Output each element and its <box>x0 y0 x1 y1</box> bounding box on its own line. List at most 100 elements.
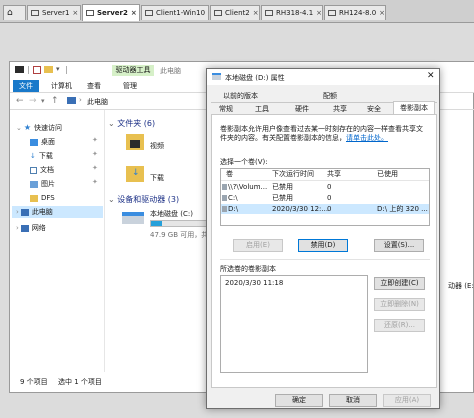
monitor-icon <box>328 10 336 16</box>
create-now-button[interactable]: 立即创建(C) <box>374 277 425 290</box>
download-icon: ↓ <box>30 152 36 160</box>
vm-tab-bar: ⌂ Server1 × Server2 × Client1-Win10 × Cl… <box>0 0 474 23</box>
column-header-used[interactable]: 已使用 <box>377 169 398 179</box>
close-icon[interactable]: × <box>313 9 322 17</box>
drive-c-usage-bar <box>150 220 212 227</box>
close-icon[interactable]: × <box>205 9 208 17</box>
settings-button[interactable]: 设置(S)... <box>374 239 424 252</box>
tab-computer[interactable]: 计算机 <box>48 80 75 92</box>
volume-row[interactable]: C:\ 已禁用 0 <box>221 193 429 203</box>
chevron-right-icon[interactable]: › <box>16 206 19 218</box>
revert-button[interactable]: 还原(R)... <box>374 319 425 332</box>
chevron-right-icon[interactable]: › <box>16 222 19 234</box>
close-icon[interactable]: × <box>69 9 78 17</box>
tab-shadow-copies[interactable]: 卷影副本 <box>393 101 435 115</box>
vm-tab-client1[interactable]: Client1-Win10 × <box>141 5 209 20</box>
properties-dialog: 本地磁盘 (D:) 属性 ✕ 以前的版本 配额 常规 工具 硬件 共享 安全 卷… <box>206 68 440 409</box>
monitor-icon <box>145 10 153 16</box>
chevron-down-icon: ⌄ <box>108 195 118 204</box>
breadcrumb[interactable]: 此电脑 <box>87 97 108 107</box>
drives-group-header[interactable]: ⌄ 设备和驱动器 (3) <box>108 194 179 205</box>
nav-dfs[interactable]: DFS <box>30 192 55 204</box>
drive-tools-context-tab: 驱动器工具 <box>112 65 154 76</box>
pin-icon[interactable]: ✦ <box>92 136 98 144</box>
monitor-icon <box>86 10 94 16</box>
volume-icon <box>222 195 227 201</box>
volume-list[interactable]: 卷 下次运行时间 共享 已使用 \\?\Volum... 已禁用 0 C:\ 已… <box>220 168 430 226</box>
section-divider <box>220 259 430 260</box>
nav-quick-access[interactable]: ⌄ ★ 快速访问 <box>16 122 62 134</box>
column-header-next-run[interactable]: 下次运行时间 <box>272 169 314 179</box>
nav-this-pc[interactable]: › 此电脑 <box>12 206 103 218</box>
properties-icon[interactable] <box>33 66 41 74</box>
back-arrow-icon[interactable]: ← <box>16 96 24 106</box>
close-icon[interactable]: ✕ <box>427 71 435 81</box>
forward-arrow-icon[interactable]: → <box>29 96 37 106</box>
column-header-volume[interactable]: 卷 <box>226 169 233 179</box>
nav-pictures[interactable]: 图片 <box>30 178 55 190</box>
up-arrow-icon[interactable]: ↑ <box>51 96 59 106</box>
document-icon <box>30 166 37 174</box>
nav-documents[interactable]: 文档 <box>30 164 54 176</box>
drive-e-label[interactable]: 动器 (E:) <box>448 281 474 291</box>
nav-desktop[interactable]: 桌面 <box>30 136 55 148</box>
vm-tab-home[interactable]: ⌂ <box>3 5 26 20</box>
volume-row-selected[interactable]: D:\ 2020/3/30 12:... 0 D:\ 上的 320 ... <box>221 204 429 214</box>
disable-button[interactable]: 禁用(D) <box>298 239 348 252</box>
tab-manage[interactable]: 管理 <box>120 80 140 92</box>
close-icon[interactable]: × <box>376 9 385 17</box>
star-icon: ★ <box>23 123 32 132</box>
pin-icon[interactable]: ✦ <box>92 164 98 172</box>
snapshot-item[interactable]: 2020/3/30 11:18 <box>225 279 283 287</box>
help-link[interactable]: 请单击此处。 <box>346 134 388 142</box>
nav-network[interactable]: › 网络 <box>16 222 46 234</box>
close-icon[interactable]: × <box>250 9 259 17</box>
vm-tab-rh124[interactable]: RH124-8.0 × <box>324 5 386 20</box>
enable-button[interactable]: 启用(E) <box>233 239 283 252</box>
tab-quota[interactable]: 配额 <box>306 90 354 102</box>
folder-videos[interactable]: 视频 <box>150 141 164 151</box>
tab-previous-versions[interactable]: 以前的版本 <box>212 90 269 102</box>
pin-icon[interactable]: ✦ <box>92 150 98 158</box>
folder-downloads[interactable]: 下载 <box>150 173 164 183</box>
volume-row[interactable]: \\?\Volum... 已禁用 0 <box>221 182 429 192</box>
drive-c-label[interactable]: 本地磁盘 (C:) <box>150 209 193 219</box>
tab-file[interactable]: 文件 <box>13 80 39 92</box>
monitor-icon <box>265 10 273 16</box>
folders-group-header[interactable]: ⌄ 文件夹 (6) <box>108 118 155 129</box>
folder-icon[interactable] <box>44 66 53 73</box>
vm-tab-rh318[interactable]: RH318-4.1 × <box>261 5 323 20</box>
snapshots-label: 所选卷的卷影副本 <box>220 265 276 273</box>
chevron-down-icon[interactable]: ⌄ <box>16 122 22 134</box>
vm-tab-server1[interactable]: Server1 × <box>27 5 81 20</box>
chevron-down-icon: ⌄ <box>108 119 118 128</box>
shadow-copies-description: 卷影副本允许用户像查看过去某一时刻存在的内容一样查看共享文件夹的内容。有关配置卷… <box>220 125 423 142</box>
monitor-icon <box>31 10 39 16</box>
volume-list-header: 卷 下次运行时间 共享 已使用 <box>221 169 429 181</box>
vm-tab-server2[interactable]: Server2 × <box>82 4 140 21</box>
column-header-shares[interactable]: 共享 <box>327 169 341 179</box>
pin-icon[interactable]: ✦ <box>92 178 98 186</box>
recent-dropdown-icon[interactable]: ▾ <box>41 97 45 105</box>
dialog-title-bar: 本地磁盘 (D:) 属性 ✕ <box>207 69 439 85</box>
vm-tab-client2[interactable]: Client2 × <box>210 5 260 20</box>
nav-downloads[interactable]: ↓ 下载 <box>30 150 53 162</box>
ok-button[interactable]: 确定 <box>275 394 323 407</box>
delete-now-button[interactable]: 立即删除(N) <box>374 298 425 311</box>
navigation-pane: ⌄ ★ 快速访问 桌面 ↓ 下载 文档 图片 DFS › 此电脑 › 网络 ✦ … <box>10 110 105 372</box>
computer-icon <box>20 208 29 216</box>
status-selection: 选中 1 个项目 <box>58 378 102 386</box>
qat-separator: | <box>65 65 68 74</box>
breadcrumb-chevron-icon[interactable]: › <box>79 96 82 104</box>
qat-dropdown-icon[interactable]: ▾ <box>56 65 60 73</box>
window-title: 此电脑 <box>160 67 181 75</box>
drive-icon <box>212 73 221 80</box>
close-icon[interactable]: × <box>128 9 137 17</box>
monitor-icon <box>214 10 222 16</box>
apply-button[interactable]: 应用(A) <box>383 394 431 407</box>
drive-c-icon[interactable] <box>122 212 144 224</box>
tab-view[interactable]: 查看 <box>84 80 104 92</box>
picture-icon <box>30 180 38 188</box>
snapshot-list[interactable]: 2020/3/30 11:18 <box>220 275 368 373</box>
cancel-button[interactable]: 取消 <box>329 394 377 407</box>
